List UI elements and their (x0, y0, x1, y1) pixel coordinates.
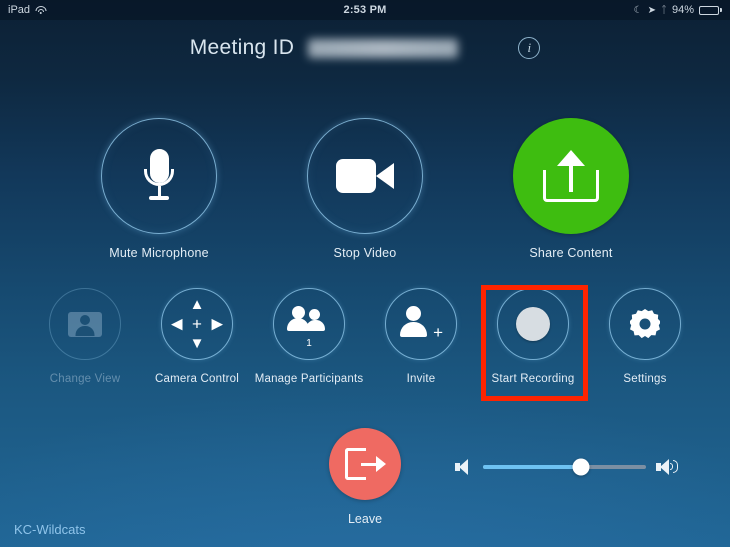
change-view-button: Change View (40, 288, 130, 385)
meeting-id-value-redacted (308, 38, 459, 58)
do-not-disturb-moon-icon: ☾ (633, 4, 643, 16)
settings-label: Settings (623, 373, 667, 385)
volume-fill (483, 465, 581, 469)
add-person-icon: + (400, 305, 443, 343)
two-people-icon: 1 (287, 304, 331, 349)
mute-microphone-button[interactable]: Mute Microphone (79, 118, 239, 260)
start-recording-button[interactable]: Start Recording (488, 288, 578, 385)
manage-participants-circle[interactable]: 1 (273, 288, 345, 360)
volume-thumb[interactable] (572, 458, 590, 476)
gear-icon (630, 309, 660, 339)
invite-circle[interactable]: + (385, 288, 457, 360)
participant-count-badge: 1 (306, 338, 312, 349)
microphone-icon (142, 149, 176, 203)
record-dot-icon (516, 307, 550, 341)
invite-button[interactable]: + Invite (376, 288, 466, 385)
camera-control-label: Camera Control (155, 373, 239, 385)
meeting-id-header: Meeting ID i (0, 36, 730, 60)
start-recording-circle[interactable] (497, 288, 569, 360)
stop-video-button[interactable]: Stop Video (285, 118, 445, 260)
invite-label: Invite (406, 373, 436, 385)
leave-button[interactable] (329, 428, 401, 500)
camera-dpad-icon: ▲ ▼ ◀ ▶ + (171, 296, 223, 352)
settings-circle[interactable] (609, 288, 681, 360)
stop-video-circle[interactable] (307, 118, 423, 234)
settings-button[interactable]: Settings (600, 288, 690, 385)
bluetooth-icon: ᛏ (660, 4, 667, 16)
status-bar-right: ☾ ➤ ᛏ 94% (634, 4, 722, 16)
manage-participants-label: Manage Participants (254, 373, 364, 385)
meeting-id-label: Meeting ID (189, 36, 295, 59)
mute-microphone-circle[interactable] (101, 118, 217, 234)
manage-participants-button[interactable]: 1 Manage Participants (255, 288, 363, 385)
share-content-circle[interactable] (513, 118, 629, 234)
camera-control-circle[interactable]: ▲ ▼ ◀ ▶ + (161, 288, 233, 360)
share-upload-icon (543, 150, 599, 202)
video-camera-icon (336, 159, 394, 193)
speaker-low-icon (455, 458, 473, 476)
leave-label: Leave (347, 512, 383, 526)
secondary-controls-row: Change View ▲ ▼ ◀ ▶ + Camera Control 1 Man (0, 288, 730, 385)
battery-percent-label: 94% (671, 4, 694, 16)
exit-arrow-icon (345, 448, 386, 480)
contact-card-icon (68, 311, 102, 337)
stop-video-label: Stop Video (333, 246, 397, 260)
zoom-meeting-screen: iPad 2:53 PM ☾ ➤ ᛏ 94% Meeting ID i Mute… (0, 0, 730, 547)
start-recording-label: Start Recording (491, 373, 575, 385)
network-name-label: KC-Wildcats (14, 522, 86, 537)
share-content-button[interactable]: Share Content (491, 118, 651, 260)
speaker-high-icon (656, 458, 680, 476)
info-icon[interactable]: i (518, 37, 541, 59)
status-bar: iPad 2:53 PM ☾ ➤ ᛏ 94% (0, 0, 730, 20)
location-arrow-icon: ➤ (647, 4, 656, 16)
mute-microphone-label: Mute Microphone (109, 246, 209, 260)
change-view-label: Change View (49, 373, 121, 385)
volume-slider-control[interactable] (455, 455, 680, 479)
volume-track[interactable] (483, 458, 646, 476)
change-view-circle (49, 288, 121, 360)
share-content-label: Share Content (529, 246, 613, 260)
primary-controls-row: Mute Microphone Stop Video Share Content (0, 118, 730, 260)
status-bar-clock: 2:53 PM (343, 4, 387, 16)
camera-control-button[interactable]: ▲ ▼ ◀ ▶ + Camera Control (152, 288, 242, 385)
battery-icon (699, 5, 722, 15)
